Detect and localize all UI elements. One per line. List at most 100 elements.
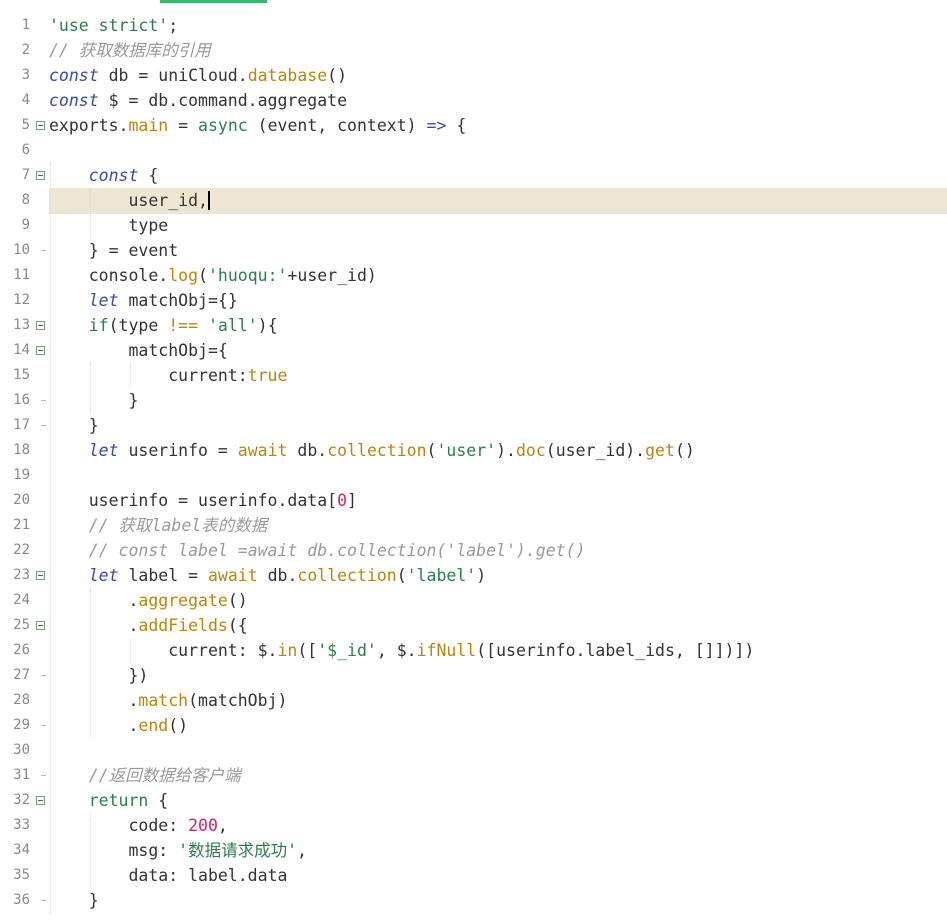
line-code[interactable]: } = event [49, 238, 178, 263]
code-token: label = [118, 566, 208, 585]
line-code[interactable]: current: $.in(['$_id', $.ifNull([userinf… [49, 638, 754, 663]
code-line[interactable]: 24 .aggregate() [0, 588, 947, 613]
code-token: }) [49, 666, 149, 685]
code-editor[interactable]: 1 'use strict'; 2 // 获取数据库的引用 3 const db = un… [0, 0, 947, 921]
fold-toggle-icon[interactable] [36, 171, 45, 180]
line-code[interactable]: .end() [49, 713, 188, 738]
code-line[interactable]: 2 // 获取数据库的引用 [0, 38, 947, 63]
code-line[interactable]: 20 userinfo = userinfo.data[0] [0, 488, 947, 513]
code-token: (user_id). [545, 441, 646, 460]
code-line[interactable]: 34 msg: '数据请求成功', [0, 838, 947, 863]
indent-guide [90, 363, 91, 413]
line-number: 2 [21, 42, 30, 58]
line-code[interactable]: code: 200, [49, 813, 228, 838]
code-token: let [88, 566, 119, 585]
line-code[interactable]: //返回数据给客户端 [49, 763, 241, 788]
code-line[interactable]: 25 .addFields({ [0, 613, 947, 638]
code-line[interactable]: 30 [0, 738, 947, 763]
line-code[interactable]: matchObj={ [49, 338, 227, 363]
code-line[interactable]: 8 user_id, [0, 188, 947, 213]
line-code[interactable]: // 获取数据库的引用 [49, 38, 211, 63]
code-line[interactable]: 14 matchObj={ [0, 338, 947, 363]
code-line[interactable]: 4 const $ = db.command.aggregate [0, 88, 947, 113]
fold-toggle-icon[interactable] [36, 346, 45, 355]
line-number: 14 [13, 342, 30, 358]
line-code[interactable]: exports.main = async (event, context) =>… [49, 113, 466, 138]
line-code[interactable]: console.log('huoqu:'+user_id) [49, 263, 377, 288]
line-code[interactable]: .match(matchObj) [49, 688, 287, 713]
line-code[interactable]: return { [49, 788, 168, 813]
line-code[interactable]: current:true [49, 363, 287, 388]
code-token: match [138, 691, 189, 710]
code-line[interactable]: 36 } [0, 888, 947, 913]
code-token: in [277, 641, 298, 660]
code-token: , [217, 816, 228, 835]
fold-end-marker [41, 250, 46, 251]
code-line[interactable]: 29 .end() [0, 713, 947, 738]
line-code[interactable]: }) [49, 663, 148, 688]
line-code[interactable]: .aggregate() [49, 588, 247, 613]
line-code[interactable]: // 获取label表的数据 [49, 513, 267, 538]
code-line[interactable]: 31 //返回数据给客户端 [0, 763, 947, 788]
line-code[interactable]: // const label =await db.collection('lab… [49, 538, 586, 563]
code-line[interactable]: 32 return { [0, 788, 947, 813]
code-line[interactable]: 33 code: 200, [0, 813, 947, 838]
line-code[interactable]: .addFields({ [49, 613, 247, 638]
line-code[interactable]: data: label.data [49, 863, 287, 888]
fold-toggle-icon[interactable] [36, 121, 45, 130]
line-code[interactable]: } [49, 413, 99, 438]
code-token: exports. [49, 116, 129, 135]
code-token: aggregate [138, 591, 228, 610]
scroll-position-indicator [160, 0, 267, 3]
fold-toggle-icon[interactable] [36, 571, 45, 580]
code-token: const [49, 91, 99, 110]
line-code[interactable]: user_id, [49, 188, 210, 213]
code-line[interactable]: 18 let userinfo = await db.collection('u… [0, 438, 947, 463]
code-line[interactable]: 21 // 获取label表的数据 [0, 513, 947, 538]
code-line[interactable]: 35 data: label.data [0, 863, 947, 888]
code-line[interactable]: 23 let label = await db.collection('labe… [0, 563, 947, 588]
code-line[interactable]: 1 'use strict'; [0, 13, 947, 38]
code-token: end [138, 716, 169, 735]
code-token: '$_id' [317, 641, 377, 660]
code-line[interactable]: 26 current: $.in(['$_id', $.ifNull([user… [0, 638, 947, 663]
code-line[interactable]: 7 const { [0, 163, 947, 188]
line-code[interactable]: type [49, 213, 168, 238]
line-code[interactable]: let userinfo = await db.collection('user… [49, 438, 695, 463]
code-token: 'all' [207, 316, 258, 335]
fold-toggle-icon[interactable] [36, 796, 45, 805]
line-code[interactable]: const $ = db.command.aggregate [49, 88, 347, 113]
code-line[interactable]: 11 console.log('huoqu:'+user_id) [0, 263, 947, 288]
fold-end-marker [41, 775, 46, 776]
code-line[interactable]: 17 } [0, 413, 947, 438]
code-line[interactable]: 28 .match(matchObj) [0, 688, 947, 713]
code-line[interactable]: 19 [0, 463, 947, 488]
code-line[interactable]: 12 let matchObj={} [0, 288, 947, 313]
line-code[interactable]: const db = uniCloud.database() [49, 63, 347, 88]
line-code[interactable]: 'use strict'; [49, 13, 178, 38]
code-line[interactable]: 6 [0, 138, 947, 163]
code-line[interactable]: 10 } = event [0, 238, 947, 263]
code-token: () [168, 716, 189, 735]
code-line[interactable]: 5 exports.main = async (event, context) =… [0, 113, 947, 138]
line-code[interactable]: } [49, 888, 99, 913]
code-line[interactable]: 9 type [0, 213, 947, 238]
line-code[interactable]: msg: '数据请求成功', [49, 838, 306, 863]
line-code[interactable]: let matchObj={} [49, 288, 238, 313]
fold-toggle-icon[interactable] [36, 621, 45, 630]
line-code[interactable]: let label = await db.collection('label') [49, 563, 486, 588]
line-code[interactable]: if(type !== 'all'){ [49, 313, 278, 338]
code-line[interactable]: 16 } [0, 388, 947, 413]
line-code[interactable]: const { [49, 163, 159, 188]
code-line[interactable]: 27 }) [0, 663, 947, 688]
code-line[interactable]: 3 const db = uniCloud.database() [0, 63, 947, 88]
code-token: ) [476, 566, 487, 585]
code-line[interactable]: 15 current:true [0, 363, 947, 388]
code-line[interactable]: 13 if(type !== 'all'){ [0, 313, 947, 338]
line-code[interactable]: } [49, 388, 138, 413]
line-code[interactable]: userinfo = userinfo.data[0] [49, 488, 357, 513]
line-number: 23 [13, 567, 30, 583]
code-line[interactable]: 22 // const label =await db.collection('… [0, 538, 947, 563]
fold-toggle-icon[interactable] [36, 321, 45, 330]
